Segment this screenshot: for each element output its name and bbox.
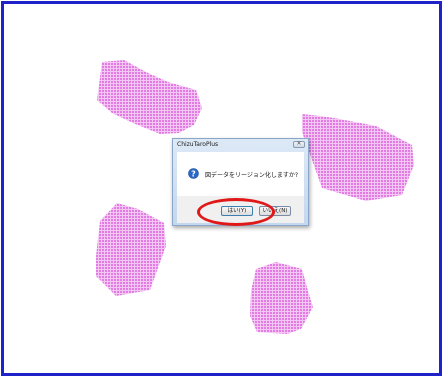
dialog-message: 図データをリージョン化しますか? xyxy=(205,172,299,179)
close-icon: ✕ xyxy=(296,140,302,147)
dialog-titlebar[interactable]: ChizuTaroPlus ✕ xyxy=(173,139,308,151)
region-polygon[interactable] xyxy=(97,60,202,134)
region-polygon[interactable] xyxy=(250,262,313,334)
region-polygon[interactable] xyxy=(302,114,414,201)
close-button[interactable]: ✕ xyxy=(293,140,305,148)
dialog-title: ChizuTaroPlus xyxy=(177,141,219,148)
dialog-content: ? 図データをリージョン化しますか? xyxy=(177,152,304,196)
highlight-ellipse xyxy=(197,198,275,226)
question-icon: ? xyxy=(188,168,199,179)
svg-text:?: ? xyxy=(191,169,196,178)
region-polygon[interactable] xyxy=(96,203,166,296)
